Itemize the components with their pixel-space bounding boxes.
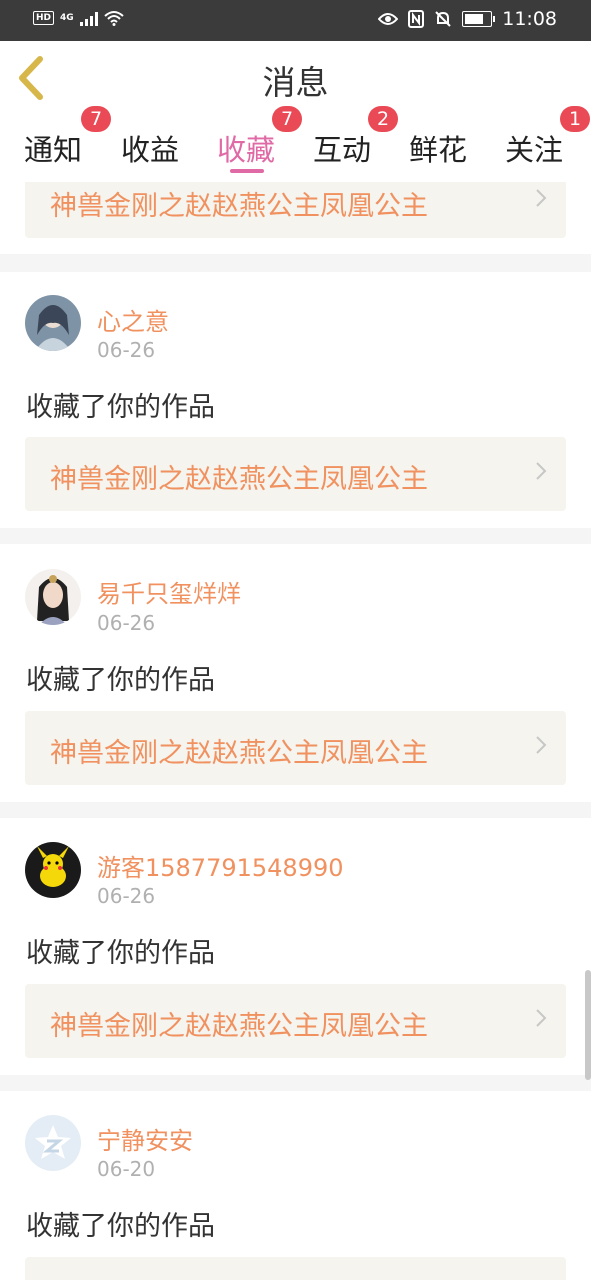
timestamp: 06-26 — [97, 338, 156, 362]
username[interactable]: 游客1587791548990 — [97, 848, 344, 883]
list-item: 宁静安安 06-20 收藏了你的作品 — [0, 1091, 591, 1280]
tab-badge-favorites: 7 — [272, 106, 302, 132]
eye-icon — [378, 13, 399, 25]
tab-badge-follows: 1 — [560, 106, 590, 132]
list-item: 心之意 06-26 收藏了你的作品 神兽金刚之赵赵燕公主凤凰公主 — [0, 272, 591, 528]
app-header: 消息 — [0, 41, 591, 113]
chevron-right-icon — [536, 189, 547, 207]
avatar[interactable] — [25, 569, 81, 625]
tab-flowers[interactable]: 鲜花 — [409, 127, 467, 169]
battery-icon — [462, 11, 496, 27]
tab-earnings[interactable]: 收益 — [121, 127, 179, 169]
work-card[interactable]: 神兽金刚之赵赵燕公主凤凰公主 — [25, 984, 566, 1058]
work-title: 神兽金刚之赵赵燕公主凤凰公主 — [50, 191, 428, 222]
work-title: 神兽金刚之赵赵燕公主凤凰公主 — [50, 738, 428, 769]
status-bar: HD 4G 11:08 — [0, 0, 591, 41]
favorites-list[interactable]: 神兽金刚之赵赵燕公主凤凰公主 心之意 06-26 收藏了你的作品 神兽金刚之赵赵… — [0, 182, 591, 1280]
list-item: 游客1587791548990 06-26 收藏了你的作品 神兽金刚之赵赵燕公主… — [0, 818, 591, 1075]
list-item: 神兽金刚之赵赵燕公主凤凰公主 — [0, 182, 591, 254]
avatar[interactable] — [25, 295, 81, 351]
work-title: 神兽金刚之赵赵燕公主凤凰公主 — [50, 464, 428, 495]
list-item: 易千只玺烊烊 06-26 收藏了你的作品 神兽金刚之赵赵燕公主凤凰公主 — [0, 544, 591, 802]
signal-icon — [79, 11, 98, 26]
username[interactable]: 易千只玺烊烊 — [97, 574, 241, 609]
mute-bell-icon — [435, 11, 451, 27]
wifi-icon — [104, 11, 124, 26]
timestamp: 06-20 — [97, 1157, 156, 1181]
action-text: 收藏了你的作品 — [26, 938, 215, 969]
tab-interactions[interactable]: 互动 — [313, 127, 371, 169]
chevron-right-icon — [536, 1009, 547, 1027]
page-title: 消息 — [262, 63, 329, 102]
work-card[interactable]: 神兽金刚之赵赵燕公主凤凰公主 — [25, 711, 566, 785]
timestamp: 06-26 — [97, 611, 156, 635]
username[interactable]: 心之意 — [97, 302, 169, 337]
work-card[interactable] — [25, 1257, 566, 1280]
action-text: 收藏了你的作品 — [26, 392, 215, 423]
active-tab-indicator — [230, 169, 264, 173]
timestamp: 06-26 — [97, 884, 156, 908]
chevron-right-icon — [536, 736, 547, 754]
tab-favorites[interactable]: 收藏 — [217, 127, 275, 169]
scrollbar[interactable] — [585, 970, 591, 1080]
chevron-right-icon — [536, 462, 547, 480]
work-title: 神兽金刚之赵赵燕公主凤凰公主 — [50, 1011, 428, 1042]
nfc-icon — [408, 10, 425, 28]
avatar[interactable] — [25, 1115, 81, 1171]
tab-badge-notifications: 7 — [81, 106, 111, 132]
work-card[interactable]: 神兽金刚之赵赵燕公主凤凰公主 — [25, 182, 566, 238]
network-type: 4G — [60, 13, 74, 23]
hd-indicator: HD — [33, 11, 55, 25]
tab-badge-interactions: 2 — [368, 106, 398, 132]
avatar[interactable] — [25, 842, 81, 898]
status-time: 11:08 — [502, 8, 557, 30]
action-text: 收藏了你的作品 — [26, 665, 215, 696]
tab-notifications[interactable]: 通知 — [24, 127, 82, 169]
work-card[interactable]: 神兽金刚之赵赵燕公主凤凰公主 — [25, 437, 566, 511]
tab-follows[interactable]: 关注 — [505, 127, 563, 169]
action-text: 收藏了你的作品 — [26, 1211, 215, 1242]
username[interactable]: 宁静安安 — [97, 1121, 193, 1156]
